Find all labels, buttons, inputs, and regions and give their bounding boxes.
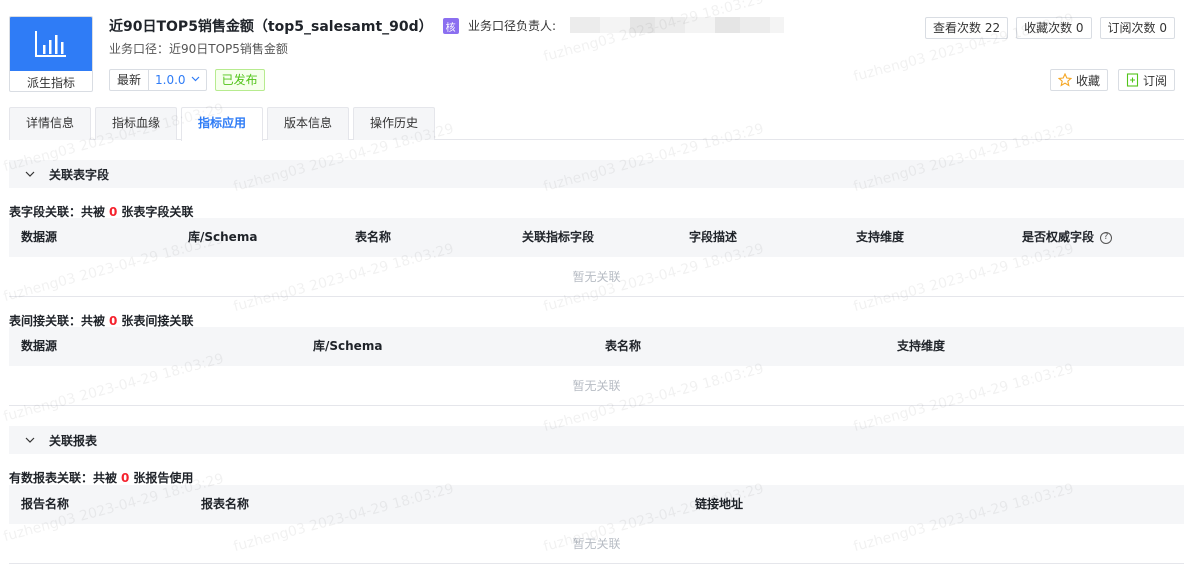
tab-bar: 详情信息 指标血缘 指标应用 版本信息 操作历史	[9, 107, 1184, 141]
indirect-table-header: 数据源 库/Schema 表名称 支持维度	[9, 327, 1184, 366]
metric-header: 派生指标 近90日TOP5销售金额（top5_salesamt_90d） 核 业…	[0, 0, 1184, 100]
report-table-empty: 暂无关联	[9, 524, 1184, 564]
direct-table-empty: 暂无关联	[9, 257, 1184, 297]
help-icon[interactable]: ?	[1100, 231, 1113, 244]
chevron-down-icon	[191, 70, 200, 90]
version-box: 最新 1.0.0	[109, 69, 207, 91]
tab-version[interactable]: 版本信息	[267, 107, 349, 140]
section-header-reports[interactable]: 关联报表	[9, 426, 1184, 454]
header-actions: 收藏 订阅	[1049, 69, 1175, 91]
subscription-count: 订阅次数 0	[1099, 17, 1175, 39]
star-icon	[1057, 73, 1072, 87]
version-row: 最新 1.0.0 已发布	[109, 69, 265, 91]
core-badge: 核	[442, 18, 459, 34]
version-value: 1.0.0	[155, 73, 186, 87]
section-title: 关联表字段	[49, 167, 110, 182]
subscribe-button[interactable]: 订阅	[1117, 69, 1175, 91]
owner-label: 业务口径负责人:	[468, 18, 557, 33]
status-badge: 已发布	[214, 69, 265, 91]
col-sheet-name: 报表名称	[201, 497, 250, 511]
col-dimensions: 支持维度	[897, 339, 946, 353]
stats-group: 查看次数 22 收藏次数 0 订阅次数 0	[925, 17, 1175, 39]
subscribe-icon	[1126, 73, 1139, 87]
metric-type-label: 派生指标	[26, 75, 75, 90]
owner-value-masked	[570, 17, 785, 33]
view-count: 查看次数 22	[925, 17, 1009, 39]
biz-caliber: 业务口径：近90日TOP5销售金额	[109, 42, 288, 56]
summary-prefix: 有数报表关联：共被	[9, 471, 118, 485]
col-authoritative: 是否权威字段 ?	[1022, 218, 1113, 257]
tab-application[interactable]: 指标应用	[181, 107, 263, 141]
col-schema: 库/Schema	[188, 230, 258, 244]
col-datasource: 数据源	[21, 230, 58, 244]
version-select[interactable]: 1.0.0	[149, 70, 206, 90]
summary-count: 0	[121, 471, 130, 485]
tab-lineage[interactable]: 指标血缘	[95, 107, 177, 140]
col-dimensions: 支持维度	[856, 230, 905, 244]
col-table-name: 表名称	[605, 339, 642, 353]
report-table-header: 报告名称 报表名称 链接地址	[9, 485, 1184, 524]
direct-table-header: 数据源 库/Schema 表名称 关联指标字段 字段描述 支持维度 是否权威字段…	[9, 218, 1184, 257]
page-title: 近90日TOP5销售金额（top5_salesamt_90d）	[109, 19, 433, 35]
owner-field: 业务口径负责人:	[468, 16, 785, 34]
bar-chart-icon	[10, 17, 92, 71]
col-authoritative-label: 是否权威字段	[1022, 230, 1095, 244]
title-row: 近90日TOP5销售金额（top5_salesamt_90d） 核	[109, 15, 459, 37]
tab-details[interactable]: 详情信息	[9, 107, 91, 140]
favorite-label: 收藏	[1075, 73, 1100, 88]
summary-suffix: 张报告使用	[133, 471, 194, 485]
version-latest-label: 最新	[110, 70, 150, 90]
favorite-button[interactable]: 收藏	[1049, 69, 1108, 91]
col-table-name: 表名称	[355, 230, 392, 244]
summary-prefix: 表间接关联：共被	[9, 314, 106, 328]
indirect-table-empty: 暂无关联	[9, 366, 1184, 406]
summary-prefix: 表字段关联：共被	[9, 205, 106, 219]
col-datasource: 数据源	[21, 339, 58, 353]
subscribe-label: 订阅	[1142, 73, 1167, 88]
summary-count: 0	[109, 314, 118, 328]
metric-type-card: 派生指标	[9, 16, 93, 92]
col-schema: 库/Schema	[313, 339, 383, 353]
summary-suffix: 张表间接关联	[121, 314, 194, 328]
chevron-down-icon	[25, 169, 35, 180]
report-link-summary: 有数报表关联：共被 0 张报告使用	[9, 469, 193, 486]
col-field-desc: 字段描述	[689, 230, 738, 244]
summary-suffix: 张表字段关联	[121, 205, 194, 219]
summary-count: 0	[109, 205, 118, 219]
section-title: 关联报表	[49, 433, 98, 448]
tab-history[interactable]: 操作历史	[353, 107, 435, 140]
section-header-fields[interactable]: 关联表字段	[9, 160, 1184, 188]
favorite-count: 收藏次数 0	[1016, 17, 1092, 39]
col-link: 链接地址	[695, 497, 744, 511]
chevron-down-icon	[25, 435, 35, 446]
col-metric-field: 关联指标字段	[522, 230, 595, 244]
col-report-name: 报告名称	[21, 497, 70, 511]
